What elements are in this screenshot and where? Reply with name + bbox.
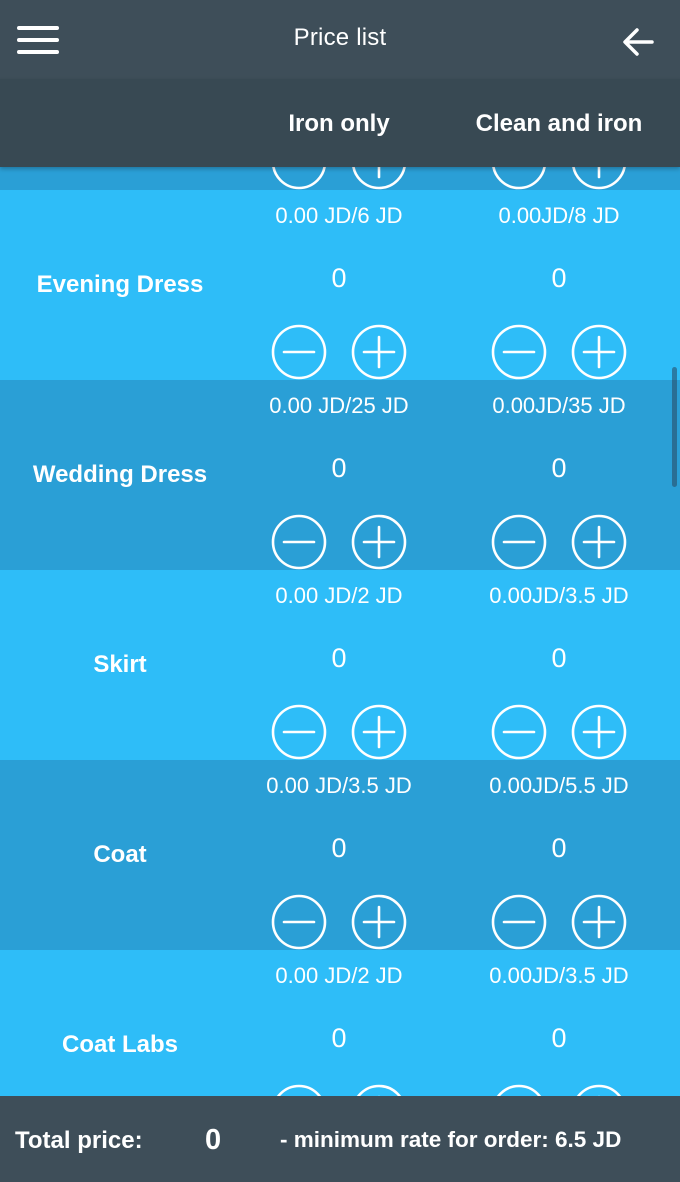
clean-and-iron-quantity: 0 [551,643,567,673]
plus-circle-icon[interactable] [351,167,407,190]
plus-circle-icon[interactable] [351,704,407,760]
list-item: Evening Dress 0.00 JD/6 JD 0 0.00JD/8 JD… [0,190,680,380]
iron-only-quantity: 0 [331,453,347,483]
clean-and-iron-quantity: 0 [551,833,567,863]
clean-and-iron-cell: 0.00JD/3.5 JD 0 [449,570,669,760]
minimum-rate-text: - minimum rate for order: 6.5 JD [280,1127,622,1152]
top-app-bar: Price list [0,0,680,79]
item-name: Wedding Dress [32,461,208,488]
iron-only-quantity: 0 [331,1023,347,1053]
plus-circle-icon[interactable] [571,1084,627,1096]
clean-and-iron-price: 0.00JD/8 JD [498,203,620,228]
clean-and-iron-quantity: 0 [551,453,567,483]
iron-only-quantity: 0 [331,833,347,863]
plus-circle-icon[interactable] [351,1084,407,1096]
clean-and-iron-cell: 0.00JD/3.5 JD 0 [449,950,669,1096]
clean-and-iron-cell [449,167,669,190]
iron-only-cell: 0.00 JD/2 JD 0 [229,950,449,1096]
plus-circle-icon[interactable] [571,324,627,380]
plus-circle-icon[interactable] [351,894,407,950]
total-price-label: Total price: [15,1127,143,1154]
iron-only-price: 0.00 JD/2 JD [275,963,403,988]
list-item: Skirt 0.00 JD/2 JD 0 0.00JD/3.5 JD 0 [0,570,680,760]
clean-and-iron-price: 0.00JD/3.5 JD [489,583,629,608]
minus-circle-icon[interactable] [271,324,327,380]
iron-only-cell: 0.00 JD/6 JD 0 [229,190,449,380]
iron-only-price: 0.00 JD/3.5 JD [266,773,412,798]
iron-only-cell [229,167,449,190]
arrow-left-icon[interactable] [620,24,656,60]
minus-circle-icon[interactable] [491,704,547,760]
list-item: Coat Labs 0.00 JD/2 JD 0 0.00JD/3.5 JD 0 [0,950,680,1096]
iron-only-cell: 0.00 JD/2 JD 0 [229,570,449,760]
price-list[interactable]: Evening Dress 0.00 JD/6 JD 0 0.00JD/8 JD… [0,167,680,1096]
plus-circle-icon[interactable] [571,514,627,570]
clean-and-iron-price: 0.00JD/35 JD [492,393,626,418]
iron-only-price: 0.00 JD/6 JD [275,203,403,228]
clean-and-iron-cell: 0.00JD/8 JD 0 [449,190,669,380]
minus-circle-icon[interactable] [271,704,327,760]
plus-circle-icon[interactable] [351,324,407,380]
column-header-clean-and-iron: Clean and iron [475,110,643,137]
iron-only-quantity: 0 [331,263,347,293]
clean-and-iron-cell: 0.00JD/5.5 JD 0 [449,760,669,950]
list-item [0,167,680,190]
iron-only-quantity: 0 [331,643,347,673]
minus-circle-icon[interactable] [491,324,547,380]
clean-and-iron-quantity: 0 [551,1023,567,1053]
iron-only-cell: 0.00 JD/3.5 JD 0 [229,760,449,950]
item-name: Evening Dress [36,271,204,298]
total-price-value: 0 [205,1124,222,1156]
item-name: Coat [93,841,147,868]
clean-and-iron-price: 0.00JD/5.5 JD [489,773,629,798]
item-name: Skirt [93,651,147,678]
column-header-iron-only: Iron only [288,110,390,137]
iron-only-price: 0.00 JD/25 JD [269,393,409,418]
minus-circle-icon[interactable] [491,894,547,950]
column-header: Iron only Clean and iron [0,79,680,167]
clean-and-iron-price: 0.00JD/3.5 JD [489,963,629,988]
plus-circle-icon[interactable] [351,514,407,570]
minus-circle-icon[interactable] [271,167,327,190]
list-item: Wedding Dress 0.00 JD/25 JD 0 0.00JD/35 … [0,380,680,570]
plus-circle-icon[interactable] [571,894,627,950]
minus-circle-icon[interactable] [491,514,547,570]
bottom-total-bar: Total price: 0 - minimum rate for order:… [0,1096,680,1182]
clean-and-iron-quantity: 0 [551,263,567,293]
iron-only-cell: 0.00 JD/25 JD 0 [229,380,449,570]
minus-circle-icon[interactable] [271,894,327,950]
plus-circle-icon[interactable] [571,167,627,190]
app-screen: Price list Iron only Clean and iron Even… [0,0,680,1182]
item-name [0,167,240,190]
plus-circle-icon[interactable] [571,704,627,760]
minus-circle-icon[interactable] [271,1084,327,1096]
minus-circle-icon[interactable] [271,514,327,570]
minus-circle-icon[interactable] [491,1084,547,1096]
item-name: Coat Labs [61,1031,178,1058]
clean-and-iron-cell: 0.00JD/35 JD 0 [449,380,669,570]
scrollbar[interactable] [672,367,677,487]
list-item: Coat 0.00 JD/3.5 JD 0 0.00JD/5.5 JD 0 [0,760,680,950]
iron-only-price: 0.00 JD/2 JD [275,583,403,608]
minus-circle-icon[interactable] [491,167,547,190]
page-title: Price list [293,24,387,51]
